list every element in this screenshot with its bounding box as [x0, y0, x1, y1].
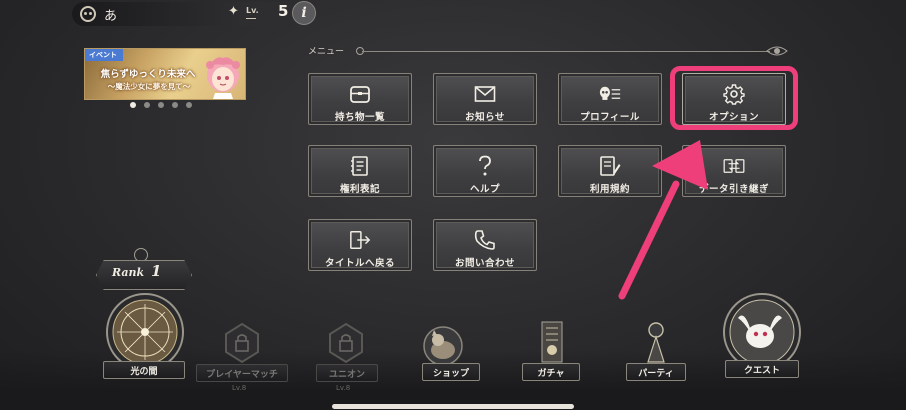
event-title: 焦らずゆっくり未来へ	[100, 69, 196, 80]
nav-label-light-chamber[interactable]: 光の間	[103, 361, 185, 379]
level-value: 5	[278, 2, 289, 20]
locked-icon	[329, 322, 363, 364]
transfer-icon	[723, 155, 745, 177]
rank-ornament-icon	[134, 248, 148, 262]
nav-label-player-match: プレイヤーマッチ	[196, 364, 288, 382]
menu-button-label: プロフィール	[580, 112, 640, 123]
menu-button-label: お知らせ	[465, 112, 505, 123]
event-tag: イベント	[85, 49, 123, 61]
eye-ornament-icon	[766, 46, 788, 56]
menu-button-label: タイトルへ戻る	[324, 258, 395, 269]
bag-icon	[349, 83, 371, 105]
highlight-ring	[670, 66, 798, 130]
menu-button-return-title[interactable]: タイトルへ戻る	[308, 219, 412, 271]
menu-button-label: 持ち物一覧	[334, 112, 385, 123]
menu-button-label: ヘルプ	[469, 184, 500, 195]
level-label: Lv.	[246, 6, 259, 15]
exit-icon	[349, 229, 371, 251]
carousel-dot[interactable]	[144, 102, 150, 108]
nav-label-gacha[interactable]: ガチャ	[522, 363, 580, 381]
rank-value: 1	[151, 262, 162, 280]
menu-button-label: 権利表記	[339, 184, 380, 195]
sparkle-icon: ✦	[228, 4, 239, 19]
nav-label-quest[interactable]: クエスト	[725, 360, 799, 378]
gacha-icon[interactable]	[532, 320, 572, 366]
player-avatar-icon[interactable]	[80, 6, 96, 22]
menu-button-news[interactable]: お知らせ	[433, 73, 537, 125]
nav-label-union: ユニオン	[316, 364, 378, 382]
menu-header-label: メニュー	[308, 47, 345, 57]
carousel-dot[interactable]	[158, 102, 164, 108]
rank-label: Rank	[112, 266, 145, 279]
locked-icon	[225, 322, 259, 364]
level-underline	[246, 18, 256, 19]
home-indicator[interactable]	[332, 404, 574, 409]
info-icon[interactable]: i	[292, 1, 316, 25]
menu-button-rights[interactable]: 権利表記	[308, 145, 412, 197]
nav-label-party[interactable]: パーティ	[626, 363, 686, 381]
document-icon	[349, 155, 371, 177]
event-character-image	[206, 57, 240, 99]
menu-button-inventory[interactable]: 持ち物一覧	[308, 73, 412, 125]
nav-label-shop[interactable]: ショップ	[422, 363, 480, 381]
nav-sublabel-union: Lv.8	[336, 384, 351, 392]
envelope-icon	[474, 83, 496, 105]
carousel-dot[interactable]	[172, 102, 178, 108]
phone-icon	[474, 229, 496, 251]
menu-button-help[interactable]: ヘルプ	[433, 145, 537, 197]
pointer-arrow	[618, 140, 708, 300]
event-banner[interactable]: イベント 焦らずゆっくり未来へ 〜魔法少女に夢を見て〜	[84, 48, 246, 100]
banner-carousel-dots	[130, 102, 192, 108]
menu-button-profile[interactable]: プロフィール	[558, 73, 662, 125]
player-name: あ	[104, 9, 118, 24]
menu-button-label: お問い合わせ	[454, 258, 515, 269]
event-subtitle: 〜魔法少女に夢を見て〜	[107, 82, 191, 91]
party-icon[interactable]	[636, 320, 676, 366]
shop-icon[interactable]	[420, 322, 466, 366]
carousel-dot[interactable]	[186, 102, 192, 108]
profile-icon	[599, 83, 621, 105]
nav-sublabel-player-match: Lv.8	[232, 384, 247, 392]
menu-button-contact[interactable]: お問い合わせ	[433, 219, 537, 271]
question-icon	[474, 155, 496, 177]
menu-header-divider	[362, 51, 770, 52]
carousel-dot[interactable]	[130, 102, 136, 108]
